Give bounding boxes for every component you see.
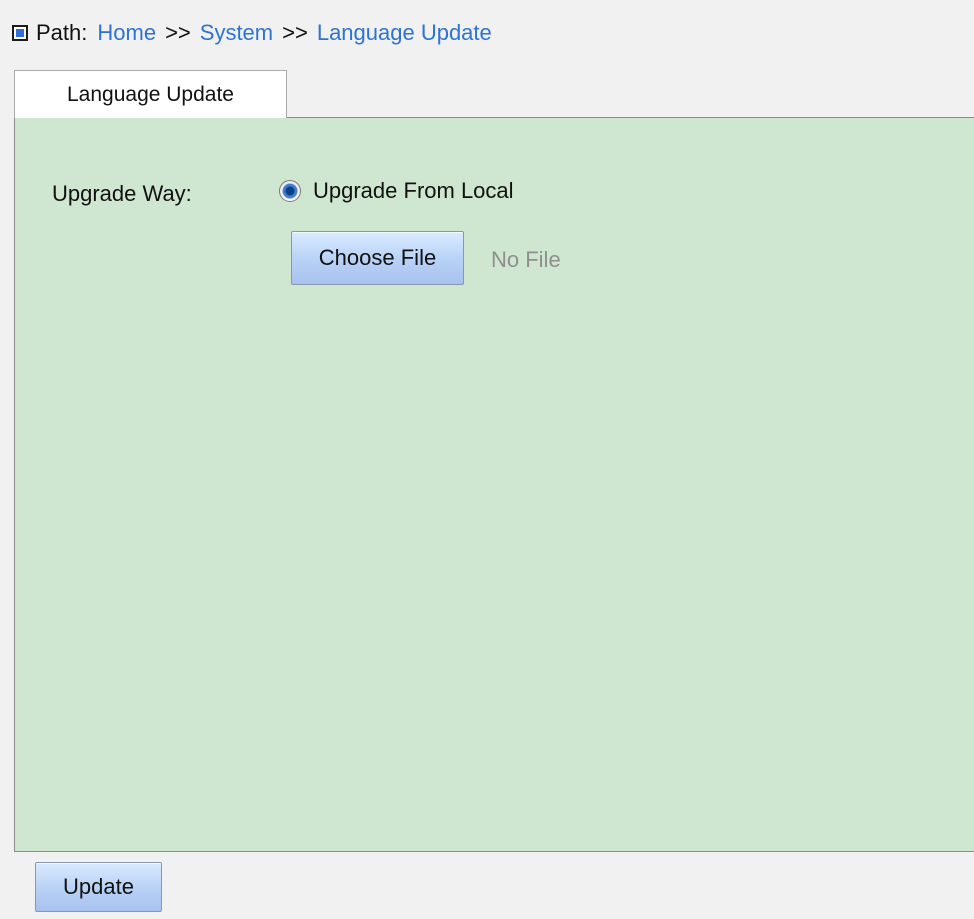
path-label: Path: [36,20,88,45]
update-button[interactable]: Update [35,862,162,912]
language-update-panel: Upgrade Way: Upgrade From Local Choose F… [14,117,974,852]
tab-language-update[interactable]: Language Update [14,70,287,118]
breadcrumb-separator: >> [165,20,191,45]
upgrade-from-local-label: Upgrade From Local [313,178,514,203]
path-icon [12,25,28,41]
breadcrumb-separator: >> [282,20,308,45]
breadcrumb: Path: Home >> System >> Language Update [12,18,492,48]
choose-file-button[interactable]: Choose File [291,231,464,285]
breadcrumb-home-link[interactable]: Home [97,20,156,46]
upgrade-from-local-radio[interactable] [279,180,301,202]
file-status-text: No File [491,247,561,272]
breadcrumb-system-link[interactable]: System [200,20,273,46]
upgrade-way-label: Upgrade Way: [52,181,192,206]
upgrade-from-local-option[interactable]: Upgrade From Local [279,178,514,204]
breadcrumb-language-update-link[interactable]: Language Update [317,20,492,46]
